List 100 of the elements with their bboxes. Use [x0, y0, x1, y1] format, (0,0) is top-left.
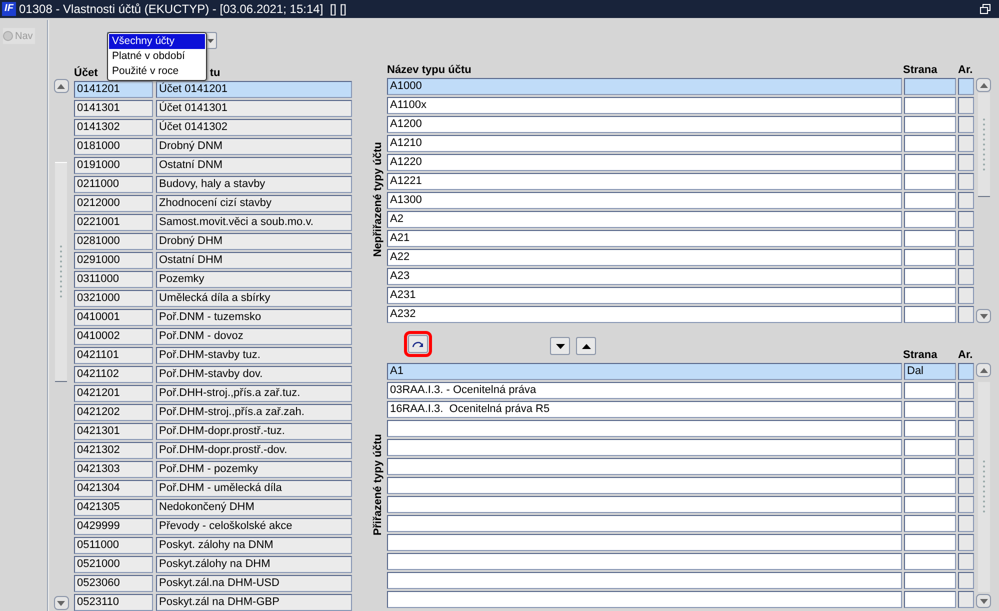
- type-name-cell[interactable]: A1: [387, 363, 902, 380]
- archive-cell[interactable]: [958, 78, 974, 95]
- archive-cell[interactable]: [958, 154, 974, 171]
- type-name-cell[interactable]: [387, 420, 902, 437]
- account-code-cell[interactable]: 0410001: [74, 309, 153, 326]
- archive-cell[interactable]: [958, 401, 974, 418]
- account-code-cell[interactable]: 0523060: [74, 575, 153, 592]
- account-name-cell[interactable]: Poř.DHM - pozemky: [156, 461, 352, 478]
- archive-cell[interactable]: [958, 287, 974, 304]
- side-cell[interactable]: [904, 268, 956, 285]
- side-cell[interactable]: [904, 439, 956, 456]
- archive-cell[interactable]: [958, 192, 974, 209]
- dropdown-option[interactable]: Všechny účty: [109, 34, 205, 49]
- account-name-cell[interactable]: Poskyt. zálohy na DNM: [156, 537, 352, 554]
- archive-cell[interactable]: [958, 534, 974, 551]
- account-name-cell[interactable]: Umělecká díla a sbírky: [156, 290, 352, 307]
- archive-cell[interactable]: [958, 553, 974, 570]
- scroll-down-button[interactable]: [54, 596, 68, 610]
- scroll-thumb[interactable]: [978, 93, 990, 197]
- scroll-up-button[interactable]: [976, 78, 991, 92]
- account-name-cell[interactable]: Samost.movit.věci a soub.mo.v.: [156, 214, 352, 231]
- side-cell[interactable]: [904, 211, 956, 228]
- account-name-cell[interactable]: Poskyt.zál.na DHM-USD: [156, 575, 352, 592]
- archive-cell[interactable]: [958, 382, 974, 399]
- account-name-cell[interactable]: Ostatní DNM: [156, 157, 352, 174]
- account-code-cell[interactable]: 0421202: [74, 404, 153, 421]
- type-name-cell[interactable]: 03RAA.I.3. - Ocenitelná práva: [387, 382, 902, 399]
- account-name-cell[interactable]: Účet 0141201: [156, 81, 352, 98]
- account-code-cell[interactable]: 0421102: [74, 366, 153, 383]
- archive-cell[interactable]: [958, 116, 974, 133]
- side-cell[interactable]: [904, 192, 956, 209]
- type-name-cell[interactable]: A231: [387, 287, 902, 304]
- account-name-cell[interactable]: Účet 0141302: [156, 119, 352, 136]
- type-name-cell[interactable]: A1200: [387, 116, 902, 133]
- side-cell[interactable]: [904, 154, 956, 171]
- side-cell[interactable]: [904, 401, 956, 418]
- account-name-cell[interactable]: Poř.DHM-stroj.,přís.a zař.zah.: [156, 404, 352, 421]
- account-code-cell[interactable]: 0410002: [74, 328, 153, 345]
- account-name-cell[interactable]: Nedokončený DHM: [156, 499, 352, 516]
- archive-cell[interactable]: [958, 420, 974, 437]
- side-cell[interactable]: [904, 477, 956, 494]
- account-name-cell[interactable]: Pozemky: [156, 271, 352, 288]
- account-name-cell[interactable]: Poskyt.zál na DHM-GBP: [156, 594, 352, 611]
- archive-cell[interactable]: [958, 211, 974, 228]
- account-code-cell[interactable]: 0321000: [74, 290, 153, 307]
- type-name-cell[interactable]: [387, 496, 902, 513]
- side-cell[interactable]: [904, 97, 956, 114]
- move-up-button[interactable]: [576, 337, 596, 355]
- account-name-cell[interactable]: Drobný DHM: [156, 233, 352, 250]
- archive-cell[interactable]: [958, 458, 974, 475]
- scroll-up-button[interactable]: [976, 363, 991, 377]
- account-code-cell[interactable]: 0281000: [74, 233, 153, 250]
- account-name-cell[interactable]: Ostatní DHM: [156, 252, 352, 269]
- account-name-cell[interactable]: Poskyt.zálohy na DHM: [156, 556, 352, 573]
- account-code-cell[interactable]: 0141201: [74, 81, 153, 98]
- side-cell[interactable]: [904, 591, 956, 608]
- type-name-cell[interactable]: [387, 477, 902, 494]
- type-name-cell[interactable]: [387, 439, 902, 456]
- account-code-cell[interactable]: 0421101: [74, 347, 153, 364]
- account-name-cell[interactable]: Poř.DHM-stavby tuz.: [156, 347, 352, 364]
- archive-cell[interactable]: [958, 515, 974, 532]
- scroll-down-button[interactable]: [976, 594, 991, 608]
- side-cell[interactable]: [904, 382, 956, 399]
- archive-cell[interactable]: [958, 363, 974, 380]
- type-name-cell[interactable]: A22: [387, 249, 902, 266]
- archive-cell[interactable]: [958, 306, 974, 323]
- type-name-cell[interactable]: A1000: [387, 78, 902, 95]
- side-cell[interactable]: [904, 287, 956, 304]
- type-name-cell[interactable]: [387, 572, 902, 589]
- dropdown-option[interactable]: Platné v období: [109, 49, 205, 64]
- side-cell[interactable]: [904, 496, 956, 513]
- type-name-cell[interactable]: [387, 534, 902, 551]
- dropdown-option[interactable]: Použité v roce: [109, 64, 205, 79]
- side-cell[interactable]: [904, 249, 956, 266]
- account-name-cell[interactable]: Poř.DHM-dopr.prostř.-dov.: [156, 442, 352, 459]
- account-code-cell[interactable]: 0421301: [74, 423, 153, 440]
- account-name-cell[interactable]: Budovy, haly a stavby: [156, 176, 352, 193]
- account-code-cell[interactable]: 0429999: [74, 518, 153, 535]
- side-cell[interactable]: Dal: [904, 363, 956, 380]
- archive-cell[interactable]: [958, 173, 974, 190]
- type-name-cell[interactable]: A21: [387, 230, 902, 247]
- account-name-cell[interactable]: Poř.DHM - umělecká díla: [156, 480, 352, 497]
- archive-cell[interactable]: [958, 477, 974, 494]
- type-name-cell[interactable]: [387, 458, 902, 475]
- scroll-up-button[interactable]: [54, 79, 68, 93]
- scroll-down-button[interactable]: [976, 309, 991, 323]
- archive-cell[interactable]: [958, 268, 974, 285]
- type-name-cell[interactable]: [387, 515, 902, 532]
- side-cell[interactable]: [904, 173, 956, 190]
- account-code-cell[interactable]: 0221001: [74, 214, 153, 231]
- move-down-button[interactable]: [550, 337, 570, 355]
- archive-cell[interactable]: [958, 135, 974, 152]
- side-cell[interactable]: [904, 78, 956, 95]
- side-cell[interactable]: [904, 116, 956, 133]
- account-code-cell[interactable]: 0421305: [74, 499, 153, 516]
- account-name-cell[interactable]: Převody - celoškolské akce: [156, 518, 352, 535]
- account-name-cell[interactable]: Účet 0141301: [156, 100, 352, 117]
- account-code-cell[interactable]: 0141302: [74, 119, 153, 136]
- side-cell[interactable]: [904, 420, 956, 437]
- account-code-cell[interactable]: 0421304: [74, 480, 153, 497]
